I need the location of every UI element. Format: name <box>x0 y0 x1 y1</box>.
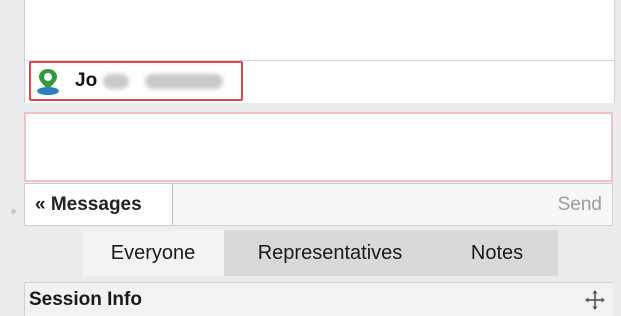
chat-tabs: Everyone Representatives Notes <box>82 230 558 276</box>
move-icon[interactable] <box>585 290 605 310</box>
tab-representatives[interactable]: Representatives <box>224 230 436 276</box>
tab-everyone[interactable]: Everyone <box>82 230 224 276</box>
tab-notes[interactable]: Notes <box>436 230 558 276</box>
send-button[interactable]: Send <box>558 194 602 216</box>
session-info-title: Session Info <box>29 289 142 310</box>
compose-actions-bar: « Messages Send <box>24 183 613 226</box>
redacted-surname <box>145 74 223 89</box>
participant-name: Jo <box>75 70 98 91</box>
message-compose-field[interactable] <box>24 112 613 182</box>
resize-handle-dot <box>11 209 16 214</box>
user-location-icon <box>37 69 59 95</box>
participant-row[interactable]: Jo <box>24 61 615 103</box>
message-history-area <box>24 0 615 61</box>
redacted-name-part <box>103 74 129 89</box>
messages-button[interactable]: « Messages <box>25 184 173 225</box>
session-info-header[interactable]: Session Info <box>24 282 613 316</box>
